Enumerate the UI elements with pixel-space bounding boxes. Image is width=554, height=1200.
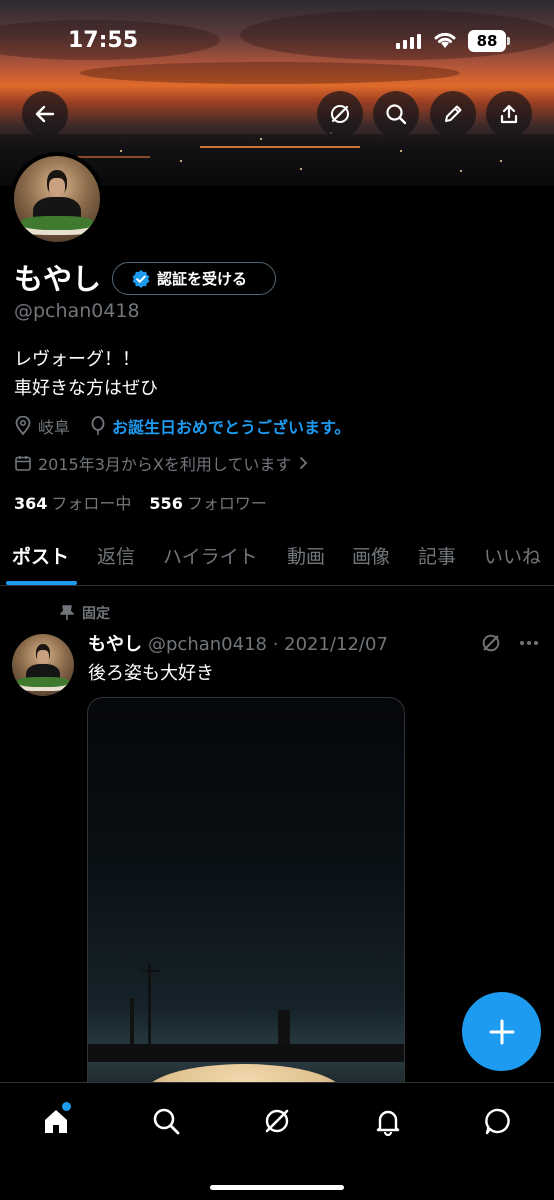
bottom-navigation: [0, 1082, 554, 1200]
plus-icon: [489, 1019, 514, 1044]
followers-label: フォロワー: [186, 494, 267, 513]
profile-location: 岐阜: [38, 418, 71, 437]
pin-icon: [60, 605, 74, 620]
profile-avatar[interactable]: [10, 152, 104, 246]
post-author-avatar[interactable]: [12, 634, 74, 696]
balloon-icon: [91, 416, 105, 435]
arrow-left-icon: [35, 105, 55, 123]
followers-link[interactable]: 556 フォロワー: [149, 490, 266, 514]
edit-button[interactable]: [430, 91, 476, 137]
nav-home[interactable]: [36, 1101, 76, 1141]
nav-search[interactable]: [146, 1101, 186, 1141]
profile-meta-location-birthday: 岐阜 お誕生日おめでとうございます。: [14, 414, 350, 438]
tab-posts[interactable]: ポスト: [12, 542, 69, 569]
follow-stats: 364 フォロー中 556 フォロワー: [14, 490, 267, 514]
tab-videos[interactable]: 動画: [287, 542, 325, 569]
profile-bio: レヴォーグ！！ 車好きな方はぜひ: [14, 345, 158, 403]
tab-highlights[interactable]: ハイライト: [163, 542, 258, 569]
cellular-signal-icon: [396, 34, 421, 49]
following-link[interactable]: 364 フォロー中: [14, 490, 131, 514]
profile-joined-row[interactable]: 2015年3月からXを利用しています: [14, 451, 309, 475]
bell-icon: [376, 1110, 400, 1136]
messages-icon: [485, 1108, 510, 1135]
nav-notifications[interactable]: [368, 1101, 408, 1141]
tab-likes[interactable]: いいね: [484, 542, 541, 569]
post-actions-top: [480, 632, 540, 654]
nav-grok[interactable]: [257, 1101, 297, 1141]
home-indicator: [210, 1185, 344, 1190]
share-button[interactable]: [486, 91, 532, 137]
tab-articles[interactable]: 記事: [418, 542, 456, 569]
calendar-icon: [15, 456, 31, 471]
following-label: フォロー中: [51, 494, 132, 513]
share-icon: [500, 104, 518, 124]
post-text: 後ろ姿も大好き: [88, 663, 214, 684]
bio-line: レヴォーグ！！: [14, 349, 140, 370]
get-verified-label: 認証を受ける: [157, 270, 248, 288]
tab-photos[interactable]: 画像: [352, 542, 390, 569]
grok-icon[interactable]: [480, 632, 502, 654]
post-date[interactable]: 2021/12/07: [284, 634, 388, 655]
more-options-icon[interactable]: [518, 632, 540, 654]
edit-icon: [445, 105, 462, 122]
verified-badge-icon: [132, 269, 150, 288]
chevron-right-icon: [300, 457, 308, 469]
back-button[interactable]: [22, 91, 68, 137]
birthday-message: お誕生日おめでとうございます。: [112, 418, 351, 437]
profile-name: もやし: [14, 262, 102, 296]
pinned-label: 固定: [82, 606, 110, 622]
profile-joined-date: 2015年3月からXを利用しています: [38, 455, 292, 474]
status-time: 17:55: [68, 28, 139, 53]
profile-tabs: ポスト 返信 ハイライト 動画 画像 記事 いいね: [0, 532, 554, 586]
location-pin-icon: [15, 416, 31, 436]
pinned-indicator: 固定: [60, 603, 110, 623]
post-author-name[interactable]: もやし: [88, 634, 142, 655]
search-icon: [153, 1108, 180, 1135]
nav-messages[interactable]: [478, 1101, 518, 1141]
get-verified-button[interactable]: 認証を受ける: [112, 262, 276, 295]
post-header: もやし @pchan0418 · 2021/12/07: [88, 630, 388, 656]
active-tab-indicator: [6, 581, 77, 585]
grok-icon: [265, 1109, 289, 1133]
tab-replies[interactable]: 返信: [97, 542, 135, 569]
post-separator: ·: [266, 634, 285, 655]
compose-post-button[interactable]: [462, 992, 541, 1071]
status-bar: 17:55 88: [0, 0, 554, 80]
grok-button[interactable]: [317, 91, 363, 137]
home-notification-dot: [62, 1102, 71, 1111]
post-author-handle[interactable]: @pchan0418: [148, 634, 267, 655]
wifi-icon: [434, 32, 456, 48]
bio-line: 車好きな方はぜひ: [14, 378, 158, 399]
followers-count: 556: [149, 494, 183, 513]
profile-handle: @pchan0418: [14, 300, 140, 322]
battery-indicator: 88: [468, 30, 506, 52]
post-media-image[interactable]: [87, 697, 405, 1097]
search-icon: [386, 104, 407, 125]
following-count: 364: [14, 494, 48, 513]
battery-tip: [507, 37, 510, 45]
search-button[interactable]: [373, 91, 419, 137]
grok-icon: [331, 105, 349, 123]
